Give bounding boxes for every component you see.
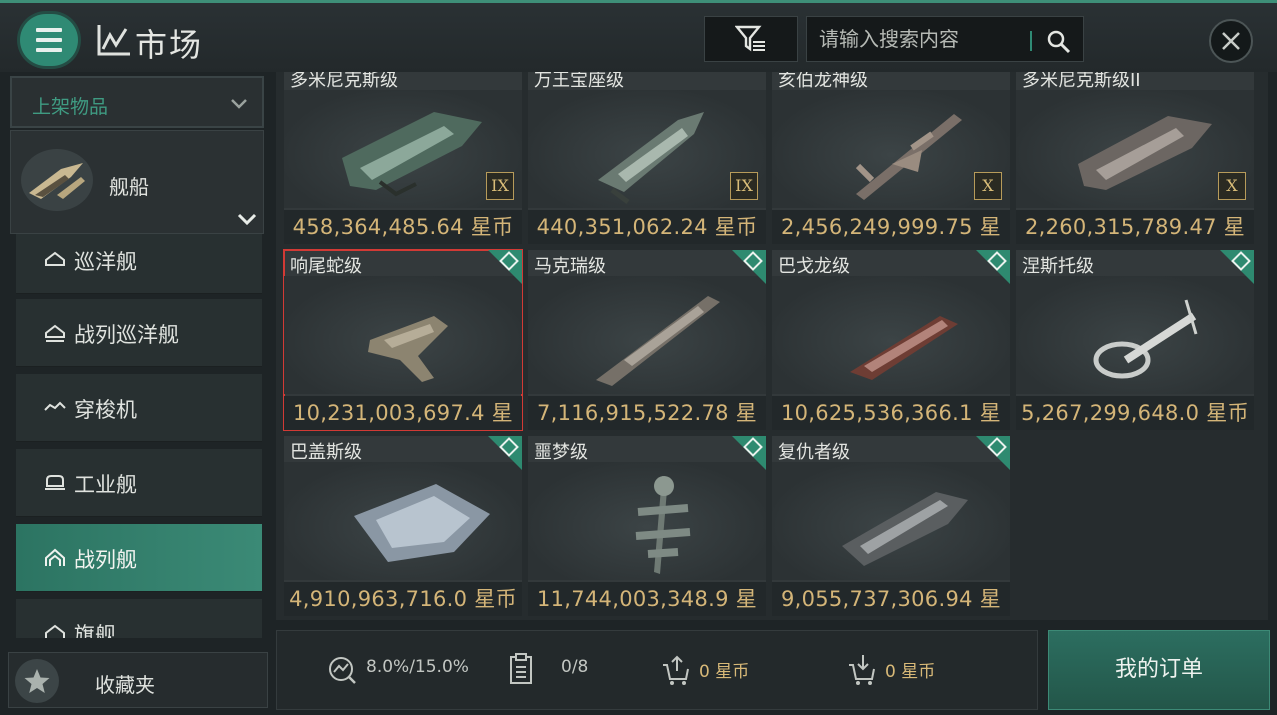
ship-grid: 多米尼克斯级 IX 458,364,485.64 星币 万王宝座级 IX 440… [276,72,1268,620]
ship-price: 2,456,249,999.75 星币 [772,210,1010,273]
sidebar-item-label: 巡洋舰 [74,250,137,274]
ship-price: 5,267,299,648.0 星币 [1016,396,1254,430]
ship-class-list: 巡洋舰 战列巡洋舰 穿梭机 工业舰 战列舰 旗舰 [16,234,262,638]
ship-price: 10,625,536,366.1 星币 [772,396,1010,459]
ship-card[interactable]: 噩梦级 11,744,003,348.9 星币 [528,436,766,616]
top-bar: 市场 [0,0,1277,72]
ship-name: 响尾蛇级 [290,256,362,277]
battleship-icon [45,548,65,566]
sidebar-item-shuttle[interactable]: 穿梭机 [16,374,262,442]
ship-name: 多米尼克斯级II [1022,72,1141,91]
sidebar-item-industrial[interactable]: 工业舰 [16,449,262,517]
sidebar-item-battleship[interactable]: 战列舰 [16,524,262,592]
my-orders-button[interactable]: 我的订单 [1048,630,1270,710]
ship-name: 噩梦级 [534,442,588,463]
menu-button[interactable] [20,14,78,66]
ship-price: 440,351,062.24 星币 [528,210,766,244]
hamburger-icon [36,25,62,55]
shuttle-icon [44,401,66,411]
favorites-button[interactable]: 收藏夹 [8,652,268,708]
ship-image [1016,276,1254,394]
ship-category-icon [21,149,93,211]
ship-name: 亥伯龙神级 [778,72,868,91]
ship-image [284,462,522,580]
sidebar-item-label: 战列巡洋舰 [74,323,179,347]
ship-name: 多米尼克斯级 [290,72,398,91]
chevron-down-icon [237,213,257,226]
filter-icon [735,25,765,52]
ship-image [528,462,766,580]
ship-price: 11,744,003,348.9 星币 [528,582,766,616]
tech-tier-badge: X [1218,172,1246,200]
cruiser-icon [45,251,65,266]
ship-card[interactable]: 巴盖斯级 4,910,963,716.0 星币 [284,436,522,616]
ship-price: 7,116,915,522.78 星币 [528,396,766,459]
ship-name: 马克瑞级 [534,256,606,277]
buy-total: 0 星币 [885,662,936,682]
battlecruiser-icon [45,324,65,342]
ship-price: 4,910,963,716.0 星币 [284,582,522,616]
capital-icon [45,624,65,638]
ship-image [772,462,1010,580]
ship-price: 10,231,003,697.4 星币 [284,396,522,459]
sidebar: 上架物品 舰船 巡洋舰 战列巡洋舰 穿梭机 工业舰 战列舰 旗舰 [8,72,268,640]
status-bar: 8.0%/15.0% 0/8 0 星币 0 星币 [276,630,1038,710]
sidebar-item-label: 战列舰 [74,548,137,572]
ship-price: 9,055,737,306.94 星币 [772,582,1010,616]
order-count: 0/8 [561,657,589,677]
tax-rate-value: 8.0%/15.0% [366,657,469,677]
chevron-down-icon [231,99,247,109]
industrial-icon [45,475,65,490]
category-selector[interactable]: 舰船 [10,130,264,234]
sidebar-item-label: 旗舰 [74,623,116,638]
ship-card[interactable]: 万王宝座级 IX 440,351,062.24 星币 [528,72,766,244]
ship-price: 458,364,485.64 星币 [284,210,522,244]
sidebar-item-battlecruiser[interactable]: 战列巡洋舰 [16,299,262,367]
listing-type-dropdown[interactable]: 上架物品 [10,76,264,128]
filter-button[interactable] [704,16,798,62]
ship-card[interactable]: 涅斯托级 5,267,299,648.0 星币 [1016,250,1254,430]
tech-tier-badge: IX [486,172,514,200]
ship-price: 2,260,315,789.47 星币 [1016,210,1254,273]
close-icon [1222,32,1240,50]
ship-card[interactable]: 复仇者级 9,055,737,306.94 星币 [772,436,1010,616]
sidebar-item-cruiser[interactable]: 巡洋舰 [16,234,262,294]
category-label: 舰船 [109,175,149,199]
sell-order-icon [663,655,689,685]
buy-order-icon [849,655,875,685]
star-icon [15,659,59,703]
ship-name: 巴戈龙级 [778,256,850,277]
market-chart-icon [97,25,130,56]
ship-name: 涅斯托级 [1022,256,1094,277]
ship-name: 巴盖斯级 [290,442,362,463]
search-divider [1030,31,1032,51]
ship-image [772,276,1010,394]
ship-card[interactable]: 巴戈龙级 10,625,536,366.1 星币 [772,250,1010,459]
search-box [806,16,1084,62]
clipboard-icon [510,653,532,684]
page-title: 市场 [135,26,204,64]
sidebar-item-capital[interactable]: 旗舰 [16,599,262,638]
sidebar-item-label: 工业舰 [74,473,137,497]
search-icon[interactable] [1046,29,1072,55]
ship-name: 复仇者级 [778,442,850,463]
tax-rate-icon [329,657,356,684]
sidebar-item-label: 穿梭机 [74,398,137,422]
sell-total: 0 星币 [699,662,750,682]
tech-tier-badge: X [974,172,1002,200]
ship-card[interactable]: 多米尼克斯级 IX 458,364,485.64 星币 [284,72,522,244]
ship-image [528,276,766,394]
ship-image [284,276,522,394]
ship-card[interactable]: 亥伯龙神级 X 2,456,249,999.75 星币 [772,72,1010,273]
ship-card[interactable]: 多米尼克斯级II X 2,260,315,789.47 星币 [1016,72,1254,273]
dropdown-label: 上架物品 [32,96,109,118]
ship-card[interactable]: 响尾蛇级 10,231,003,697.4 星币 [283,249,523,459]
tech-tier-badge: IX [730,172,758,200]
ship-name: 万王宝座级 [534,72,624,91]
ship-card[interactable]: 马克瑞级 7,116,915,522.78 星币 [528,250,766,459]
search-input[interactable] [807,17,1032,61]
close-button[interactable] [1209,19,1253,63]
favorites-label: 收藏夹 [95,673,155,697]
